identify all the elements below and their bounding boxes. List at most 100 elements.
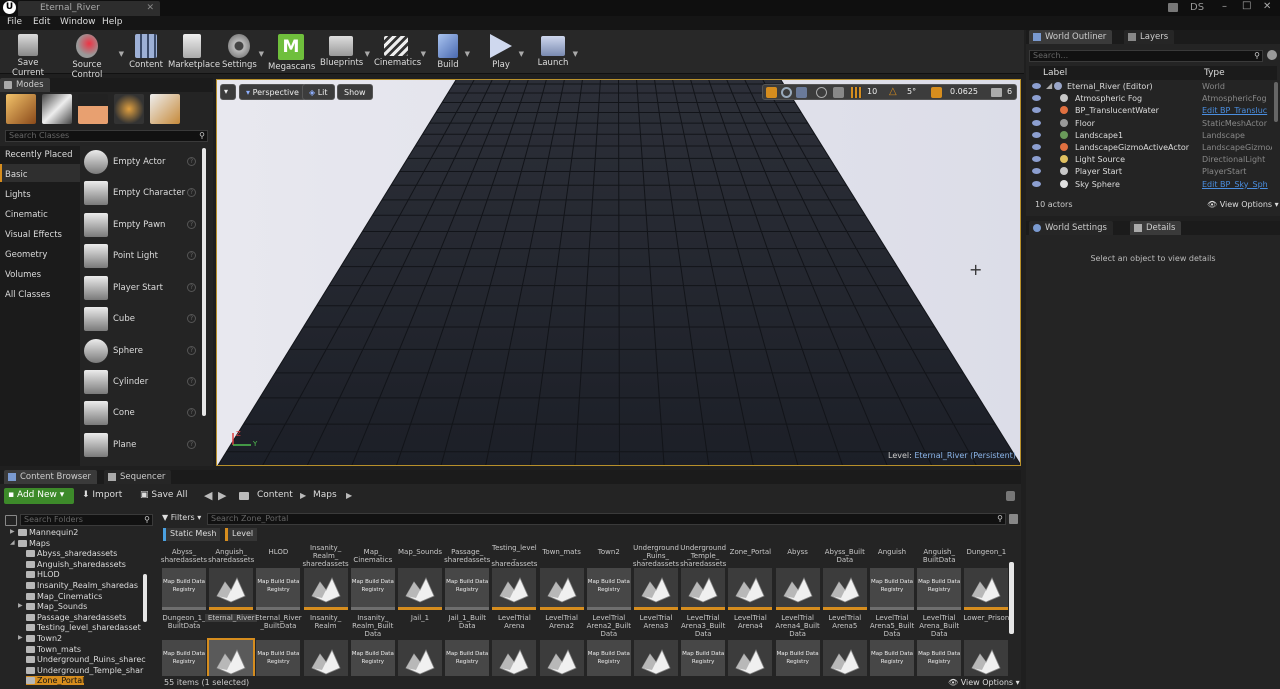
category-geometry[interactable]: Geometry [5,250,47,260]
lit-button[interactable]: ◈ Lit [302,84,335,100]
folder-item[interactable]: Insanity_Realm_sharedas [26,581,138,590]
class-empty-character[interactable]: Empty Character? [84,180,200,206]
asset-view-options[interactable]: 👁 View Options ▾ [948,678,1020,687]
expand-arrow-icon[interactable]: ◢ [1046,81,1052,90]
scale-snap-value[interactable]: 0.0625 [950,87,978,96]
rotate-icon[interactable] [781,87,792,98]
viewport-options-button[interactable]: ▾ [220,84,236,100]
forward-arrow-icon[interactable]: ▶ [218,489,226,502]
translate-icon[interactable] [766,87,777,98]
folder-item[interactable]: Passage_sharedassets [26,613,126,622]
outliner-search-input[interactable]: Search... ⚲ [1029,50,1263,62]
help-icon[interactable]: ? [187,220,196,229]
visibility-eye-icon[interactable] [1032,156,1041,163]
geometry-mode-icon[interactable] [150,94,180,124]
class-player-start[interactable]: Player Start? [84,275,200,301]
scale-icon[interactable] [796,87,807,98]
grid-snap-value[interactable]: 10 [867,87,877,96]
category-lights[interactable]: Lights [5,190,31,200]
grid-snap-icon[interactable] [851,87,862,98]
outliner-row[interactable]: Floor StaticMeshActor [1026,118,1280,130]
outliner-row[interactable]: ◢ Eternal_River (Editor) World [1026,81,1280,93]
category-basic[interactable]: Basic [5,170,28,180]
level-tab[interactable]: Eternal_River ✕ [18,1,160,16]
outliner-row[interactable]: BP_TranslucentWater Edit BP_Transluc [1026,105,1280,117]
folder-item[interactable]: Anguish_sharedassets [26,560,126,569]
menu-help[interactable]: Help [102,17,123,27]
asset-settings-icon[interactable] [1009,514,1018,524]
help-icon[interactable]: ? [187,408,196,417]
folder-item[interactable]: ◢ Maps [10,539,50,548]
tab-layers[interactable]: Layers [1124,30,1175,44]
visibility-eye-icon[interactable] [1032,119,1041,126]
outliner-view-options[interactable]: 👁 View Options ▾ [1207,200,1279,209]
build-button[interactable]: Build ▼ [434,32,470,72]
outliner-row[interactable]: Landscape1 Landscape [1026,130,1280,142]
category-cinematic[interactable]: Cinematic [5,210,48,220]
folder-expand-icon[interactable]: ◢ [10,539,15,546]
search-folders-input[interactable]: Search Folders ⚲ [20,514,153,526]
notification-icon[interactable] [1168,3,1178,12]
tab-sequencer[interactable]: Sequencer [104,470,172,484]
menu-file[interactable]: File [7,17,22,27]
level-viewport[interactable]: ▾ ▾ Perspective ◈ Lit Show 10 △ 5° 0.062… [216,79,1021,466]
add-new-button[interactable]: ▪ Add New ▾ [4,488,74,504]
save-all-button[interactable]: ▣ Save All [140,490,188,500]
folder-item[interactable]: ▶ Map_Sounds [18,602,87,611]
tab-world-settings[interactable]: World Settings [1029,221,1113,235]
close-button[interactable]: ✕ [1263,1,1271,12]
help-icon[interactable]: ? [187,251,196,260]
visibility-eye-icon[interactable] [1032,83,1041,89]
tab-world-outliner[interactable]: World Outliner [1029,30,1113,44]
tab-details[interactable]: Details [1130,221,1182,235]
scale-snap-icon[interactable] [931,87,942,98]
help-icon[interactable]: ? [187,283,196,292]
marketplace-button[interactable]: Marketplace [168,32,220,72]
outliner-row[interactable]: Light Source DirectionalLight [1026,154,1280,166]
column-label[interactable]: Label [1043,68,1067,78]
visibility-eye-icon[interactable] [1032,144,1041,150]
rotation-snap-icon[interactable]: △ [889,86,897,97]
place-mode-icon[interactable] [6,94,36,124]
paint-mode-icon[interactable] [42,94,72,124]
class-empty-pawn[interactable]: Empty Pawn? [84,212,200,238]
filters-button[interactable]: ▼ Filters ▾ [162,513,201,522]
category-all-classes[interactable]: All Classes [5,290,50,300]
menu-window[interactable]: Window [60,17,96,27]
folder-item[interactable]: Testing_level_sharedasset [26,623,141,632]
filter-chip-level[interactable]: Level [225,528,258,541]
category-recently-placed[interactable]: Recently Placed [5,150,72,160]
import-button[interactable]: ⬇ Import [82,490,122,500]
class-cylinder[interactable]: Cylinder? [84,369,200,395]
play-button[interactable]: Play ▼ [486,32,524,72]
folder-item[interactable]: Underground_Ruins_sharec [26,655,146,664]
foliage-mode-icon[interactable] [114,94,144,124]
class-cone[interactable]: Cone? [84,400,200,426]
folder-item[interactable]: Map_Cinematics [26,592,102,601]
world-space-icon[interactable] [816,87,827,98]
category-visual-effects[interactable]: Visual Effects [5,230,62,240]
tab-modes[interactable]: Modes [0,78,50,92]
help-icon[interactable]: ? [187,157,196,166]
visibility-eye-icon[interactable] [1032,131,1041,138]
help-icon[interactable]: ? [187,188,196,197]
help-icon[interactable]: ? [187,440,196,449]
breadcrumb-content[interactable]: Content [257,490,293,500]
camera-speed-value[interactable]: 6 [1007,87,1012,96]
folder-expand-icon[interactable]: ▶ [10,528,15,535]
filter-chip-static-mesh[interactable]: Static Mesh [163,528,221,541]
help-icon[interactable]: ? [187,346,196,355]
visibility-eye-icon[interactable] [1032,107,1041,114]
user-badge[interactable]: DS [1190,2,1204,13]
outliner-row[interactable]: Sky Sphere Edit BP_Sky_Sph [1026,179,1280,191]
search-assets-input[interactable]: Search Zone_Portal ⚲ [207,513,1006,525]
source-control-button[interactable]: Source Control ▼ [58,32,124,80]
outliner-row[interactable]: Player Start PlayerStart [1026,166,1280,178]
cinematics-button[interactable]: Cinematics ▼ [374,32,426,72]
settings-button[interactable]: Settings ▼ [222,32,264,72]
modes-scrollbar[interactable] [202,148,206,416]
category-volumes[interactable]: Volumes [5,270,41,280]
folder-expand-icon[interactable]: ▶ [18,602,23,609]
folder-tree-scrollbar[interactable] [143,574,147,622]
class-plane[interactable]: Plane? [84,432,200,458]
